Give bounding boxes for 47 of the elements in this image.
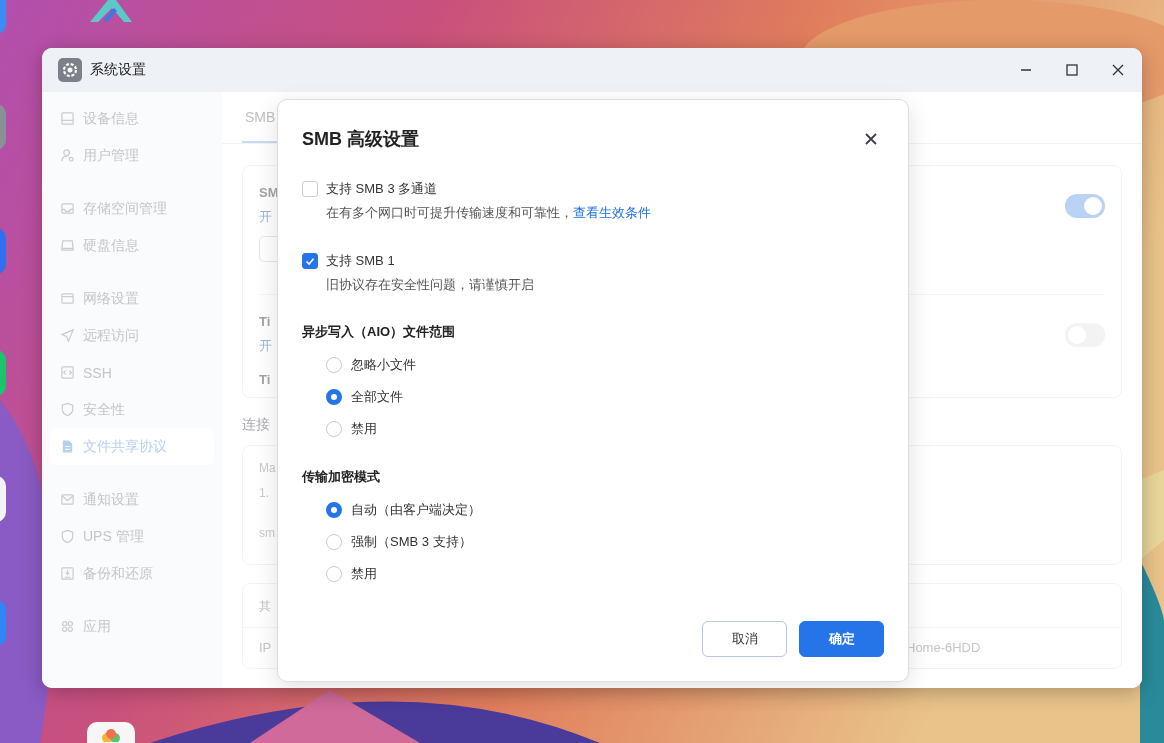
setting-description: 开 xyxy=(259,337,272,355)
sidebar-item[interactable]: 文件共享协议 xyxy=(50,428,214,465)
dialog-title: SMB 高级设置 xyxy=(302,128,419,151)
gear-icon xyxy=(58,58,82,82)
setting-description: 开 xyxy=(259,208,272,226)
link[interactable]: 查看生效条件 xyxy=(573,204,651,222)
radio-label: 禁用 xyxy=(351,565,377,583)
confirm-button[interactable]: 确定 xyxy=(799,621,884,657)
mail-icon xyxy=(60,492,75,507)
code-icon xyxy=(60,365,75,380)
doc-icon xyxy=(60,439,75,454)
window-icon xyxy=(60,291,75,306)
apps-icon xyxy=(60,619,75,634)
close-icon[interactable] xyxy=(864,132,878,146)
radio-button[interactable] xyxy=(326,389,342,405)
group-title: 异步写入（AIO）文件范围 xyxy=(302,323,457,341)
user-icon xyxy=(60,148,75,163)
tray-icon xyxy=(60,201,75,216)
option-description: 旧协议存在安全性问题，请谨慎开启 xyxy=(326,276,534,294)
maximize-icon[interactable] xyxy=(1066,64,1078,76)
drive-icon xyxy=(60,238,75,253)
radio-label: 全部文件 xyxy=(351,388,403,406)
radio-label: 禁用 xyxy=(351,420,377,438)
checkbox[interactable] xyxy=(302,181,318,197)
section-title: 连接 xyxy=(242,416,270,434)
radio-label: 忽略小文件 xyxy=(351,356,416,374)
window-title: 系统设置 xyxy=(90,61,146,79)
checkbox[interactable] xyxy=(302,253,318,269)
checkbox-label: 支持 SMB 3 多通道 xyxy=(326,180,438,198)
save-icon xyxy=(60,566,75,581)
field-label: IP xyxy=(259,640,272,655)
option-description: 在有多个网口时可提升传输速度和可靠性， xyxy=(326,204,573,222)
toggle-switch[interactable] xyxy=(1065,194,1105,218)
cancel-button[interactable]: 取消 xyxy=(702,621,787,657)
send-icon xyxy=(60,328,75,343)
field-value: Home-6HDD xyxy=(906,640,982,655)
group-title: 传输加密模式 xyxy=(302,468,381,486)
radio-label: 自动（由客户端决定） xyxy=(351,501,481,519)
close-icon[interactable] xyxy=(1112,64,1124,76)
shield-icon xyxy=(60,402,75,417)
app-icon[interactable] xyxy=(87,722,135,743)
radio-button[interactable] xyxy=(326,502,342,518)
radio-label: 强制（SMB 3 支持） xyxy=(351,533,472,551)
setting-title: Ti xyxy=(259,371,271,389)
checkbox-label: 支持 SMB 1 xyxy=(326,252,395,270)
setting-title: Ti xyxy=(259,313,271,331)
shield-icon xyxy=(60,529,75,544)
